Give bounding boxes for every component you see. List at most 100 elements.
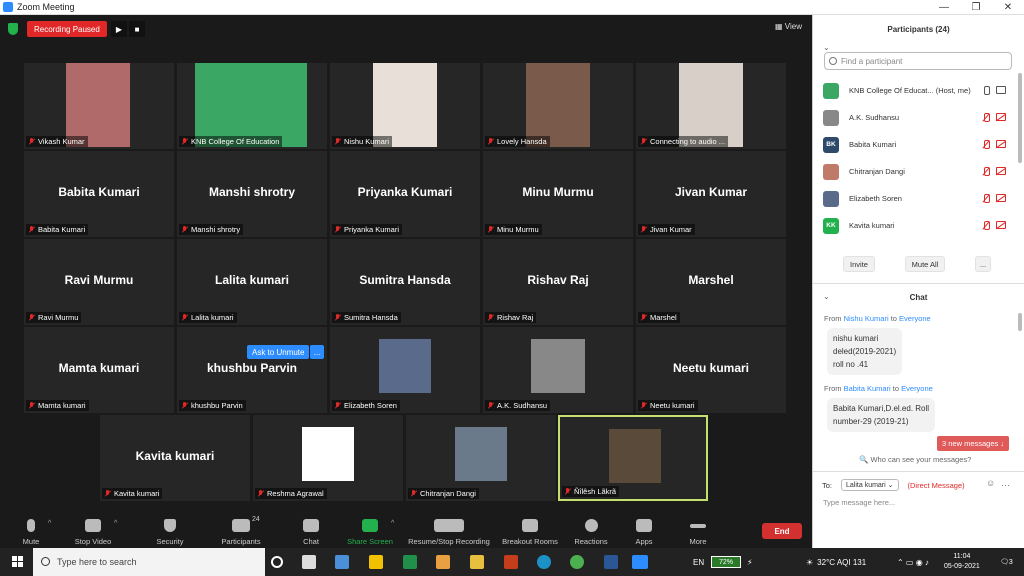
recipient-select[interactable]: Lalita kumari ⌄: [841, 479, 899, 491]
video-tile[interactable]: Mamta kumari Mamta kumari: [24, 327, 174, 413]
stop-recording-icon[interactable]: ■: [129, 21, 145, 37]
participant-row[interactable]: KNB College Of Educat... (Host, me): [813, 77, 1018, 104]
participants-more-button[interactable]: ...: [975, 256, 991, 272]
participant-video: [66, 63, 130, 147]
tile-display-name: Jivan Kumar: [674, 185, 748, 199]
collapse-participants-icon[interactable]: ⌄: [823, 43, 830, 52]
store-icon[interactable]: [369, 555, 383, 569]
notification-center-icon[interactable]: 🗨 3: [1000, 548, 1013, 576]
video-tile[interactable]: Marshel Marshel: [636, 239, 786, 325]
file-explorer-icon[interactable]: [470, 555, 484, 569]
chrome-icon[interactable]: [570, 555, 584, 569]
share-screen-button[interactable]: Share Screen: [342, 510, 398, 548]
resume-recording-icon[interactable]: ▶: [111, 21, 127, 37]
maximize-button[interactable]: ❐: [960, 0, 992, 15]
participant-row[interactable]: KK Kavita kumari: [813, 212, 1018, 239]
muted-mic-icon: [181, 402, 188, 409]
excel-icon[interactable]: [403, 555, 417, 569]
stop-video-button[interactable]: Stop Video: [68, 510, 118, 548]
video-tile[interactable]: Ravi Murmu Ravi Murmu: [24, 239, 174, 325]
weather-widget[interactable]: ☀ 32°C AQI 131: [806, 548, 866, 576]
powerpoint-icon[interactable]: [504, 555, 518, 569]
chat-scrollbar[interactable]: [1018, 313, 1022, 331]
video-tile[interactable]: KNB College Of Education: [177, 63, 327, 149]
video-tile[interactable]: Nishu Kumari: [330, 63, 480, 149]
muted-mic-icon: [982, 221, 990, 230]
more-button[interactable]: More: [682, 510, 714, 548]
reactions-button[interactable]: Reactions: [571, 510, 611, 548]
participant-name: Kavita kumari: [849, 221, 895, 230]
task-view-icon[interactable]: [302, 555, 316, 569]
participant-row[interactable]: BK Babita Kumari: [813, 131, 1018, 158]
chat-message-input[interactable]: Type message here...: [823, 498, 895, 507]
chat-more-icon[interactable]: …: [1001, 478, 1010, 488]
edge-icon[interactable]: [537, 555, 551, 569]
video-tile[interactable]: Babita Kumari Babita Kumari: [24, 151, 174, 237]
video-tile[interactable]: Manshi shrotry Manshi shrotry: [177, 151, 327, 237]
search-icon: [41, 557, 50, 566]
mute-all-button[interactable]: Mute All: [905, 256, 945, 272]
video-tile[interactable]: Lalita kumari Lalita kumari: [177, 239, 327, 325]
video-options-caret[interactable]: ^: [114, 520, 117, 527]
battery-indicator[interactable]: 72%: [711, 556, 741, 568]
encryption-shield-icon[interactable]: [8, 23, 18, 35]
chat-button[interactable]: Chat: [296, 510, 326, 548]
video-off-icon: [996, 194, 1006, 202]
ask-to-unmute-button[interactable]: Ask to Unmute: [247, 345, 310, 359]
video-tile[interactable]: Jivan Kumar Jivan Kumar: [636, 151, 786, 237]
minimize-button[interactable]: —: [928, 0, 960, 15]
participant-row[interactable]: Elizabeth Soren: [813, 185, 1018, 212]
video-tile[interactable]: Priyanka Kumari Priyanka Kumari: [330, 151, 480, 237]
muted-mic-icon: [28, 314, 35, 321]
video-tile[interactable]: Kavita kumari Kavita kumari: [100, 415, 250, 501]
share-screen-icon: [362, 519, 378, 532]
new-messages-button[interactable]: 3 new messages ↓: [937, 436, 1010, 451]
mute-options-caret[interactable]: ^: [48, 520, 51, 527]
video-tile[interactable]: Chitranjan Dangi: [406, 415, 556, 501]
app-icon-2[interactable]: [436, 555, 450, 569]
emoji-icon[interactable]: ☺: [986, 478, 995, 488]
apps-button[interactable]: Apps: [628, 510, 660, 548]
tile-name-text: Rishav Raj: [497, 313, 534, 322]
video-tile[interactable]: Reshma Agrawal: [253, 415, 403, 501]
close-button[interactable]: ✕: [992, 0, 1024, 15]
view-button[interactable]: ▦ View: [775, 22, 802, 31]
avatar: [823, 163, 839, 180]
tile-name-text: Marshel: [650, 313, 677, 322]
language-indicator[interactable]: EN: [693, 548, 704, 576]
video-tile[interactable]: Vikash Kumar: [24, 63, 174, 149]
tile-more-button[interactable]: ...: [310, 345, 324, 359]
word-icon[interactable]: [604, 555, 618, 569]
video-tile[interactable]: Connecting to audio ...: [636, 63, 786, 149]
taskbar-search-input[interactable]: Type here to search: [33, 548, 265, 576]
video-tile[interactable]: A.K. Sudhansu: [483, 327, 633, 413]
chat-title: Chat: [909, 293, 928, 302]
share-options-caret[interactable]: ^: [391, 520, 394, 527]
mute-button[interactable]: Mute: [14, 510, 48, 548]
cortana-icon[interactable]: [271, 556, 283, 568]
invite-button[interactable]: Invite: [843, 256, 875, 272]
app-icon-1[interactable]: [335, 555, 349, 569]
participant-row[interactable]: Chitranjan Dangi: [813, 158, 1018, 185]
video-tile[interactable]: Neetu kumari Neetu kumari: [636, 327, 786, 413]
who-can-see-link[interactable]: 🔍 Who can see your messages?: [859, 455, 971, 464]
participant-row[interactable]: A.K. Sudhansu: [813, 104, 1018, 131]
video-tile[interactable]: khushbu Parvin khushbu Parvin: [177, 327, 327, 413]
video-tile[interactable]: Elizabeth Soren: [330, 327, 480, 413]
zoom-taskbar-icon[interactable]: [632, 555, 648, 569]
video-tile[interactable]: Ñîlêsh Lãkrã: [558, 415, 708, 501]
security-button[interactable]: Security: [150, 510, 190, 548]
video-tile[interactable]: Rishav Raj Rishav Raj: [483, 239, 633, 325]
end-meeting-button[interactable]: End: [762, 523, 802, 539]
participants-scrollbar[interactable]: [1018, 73, 1022, 163]
zoom-app-icon: [3, 2, 13, 12]
video-tile[interactable]: Lovely Hansda: [483, 63, 633, 149]
windows-start-icon[interactable]: [12, 556, 24, 568]
video-tile[interactable]: Minu Murmu Minu Murmu: [483, 151, 633, 237]
resume-stop-recording-button[interactable]: Resume/Stop Recording: [403, 510, 495, 548]
find-participant-input[interactable]: Find a participant: [824, 52, 1012, 70]
tray-icons[interactable]: ⌃ ▭ ◉ ♪: [897, 548, 929, 576]
clock[interactable]: 11:04 05-09-2021: [944, 548, 980, 576]
breakout-rooms-button[interactable]: Breakout Rooms: [498, 510, 562, 548]
video-tile[interactable]: Sumitra Hansda Sumitra Hansda: [330, 239, 480, 325]
